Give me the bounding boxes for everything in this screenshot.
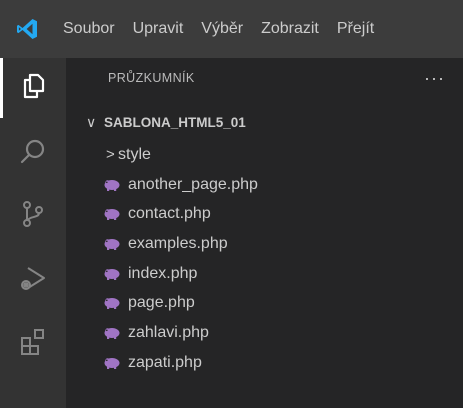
- tree-file-label: index.php: [128, 264, 198, 282]
- tree-file-label: examples.php: [128, 234, 228, 252]
- activity-bar: [0, 58, 66, 408]
- vscode-window: Soubor Upravit Výběr Zobrazit Přejít PRŮ…: [0, 0, 463, 408]
- php-file-icon: [100, 178, 124, 192]
- activity-extensions-button[interactable]: [0, 314, 66, 374]
- tree-file-label: zahlavi.php: [128, 323, 209, 341]
- tree-file-row[interactable]: index.php: [66, 259, 463, 289]
- php-file-icon: [100, 326, 124, 340]
- chevron-down-icon: ∨: [86, 113, 97, 130]
- tree-file-label: contact.php: [128, 205, 211, 223]
- extensions-icon: [18, 327, 48, 362]
- tree-file-row[interactable]: zapati.php: [66, 348, 463, 378]
- activity-source-control-button[interactable]: [0, 186, 66, 246]
- activity-run-debug-button[interactable]: [0, 250, 66, 310]
- tree-file-label: another_page.php: [128, 175, 258, 193]
- file-tree: > style another_page.php contact.php exa…: [66, 140, 463, 378]
- tree-file-label: page.php: [128, 294, 195, 312]
- php-file-icon: [100, 296, 124, 310]
- workspace-folder-name: SABLONA_HTML5_01: [104, 114, 246, 130]
- explorer-title: PRŮZKUMNÍK: [108, 71, 195, 85]
- php-file-icon: [100, 237, 124, 251]
- php-file-icon: [100, 207, 124, 221]
- more-actions-icon[interactable]: ···: [424, 69, 445, 87]
- chevron-right-icon: >: [106, 146, 115, 164]
- search-icon: [18, 137, 48, 172]
- tree-file-label: zapati.php: [128, 353, 202, 371]
- activity-search-button[interactable]: [0, 124, 66, 184]
- tree-file-row[interactable]: examples.php: [66, 229, 463, 259]
- tree-file-row[interactable]: contact.php: [66, 199, 463, 229]
- activity-explorer-button[interactable]: [0, 58, 66, 118]
- menu-bar: Soubor Upravit Výběr Zobrazit Přejít: [54, 0, 383, 58]
- tree-file-row[interactable]: another_page.php: [66, 170, 463, 200]
- php-file-icon: [100, 356, 124, 370]
- menu-zobrazit[interactable]: Zobrazit: [252, 0, 328, 58]
- tree-folder-style[interactable]: > style: [66, 140, 463, 170]
- menu-upravit[interactable]: Upravit: [124, 0, 193, 58]
- tree-folder-label: style: [118, 145, 151, 163]
- menu-soubor[interactable]: Soubor: [54, 0, 124, 58]
- tree-file-row[interactable]: page.php: [66, 288, 463, 318]
- explorer-sidebar: PRŮZKUMNÍK ··· ∨ SABLONA_HTML5_01 > styl…: [66, 58, 463, 408]
- php-file-icon: [100, 267, 124, 281]
- vscode-logo-icon[interactable]: [0, 0, 54, 58]
- run-debug-icon: [18, 263, 48, 298]
- tree-file-row[interactable]: zahlavi.php: [66, 318, 463, 348]
- workspace-folder-row[interactable]: ∨ SABLONA_HTML5_01: [66, 108, 463, 136]
- explorer-header: PRŮZKUMNÍK ···: [66, 58, 463, 98]
- title-bar: Soubor Upravit Výběr Zobrazit Přejít: [0, 0, 463, 58]
- source-control-icon: [18, 199, 48, 234]
- menu-prejit[interactable]: Přejít: [328, 0, 383, 58]
- explorer-files-icon: [18, 71, 48, 106]
- menu-vyber[interactable]: Výběr: [192, 0, 252, 58]
